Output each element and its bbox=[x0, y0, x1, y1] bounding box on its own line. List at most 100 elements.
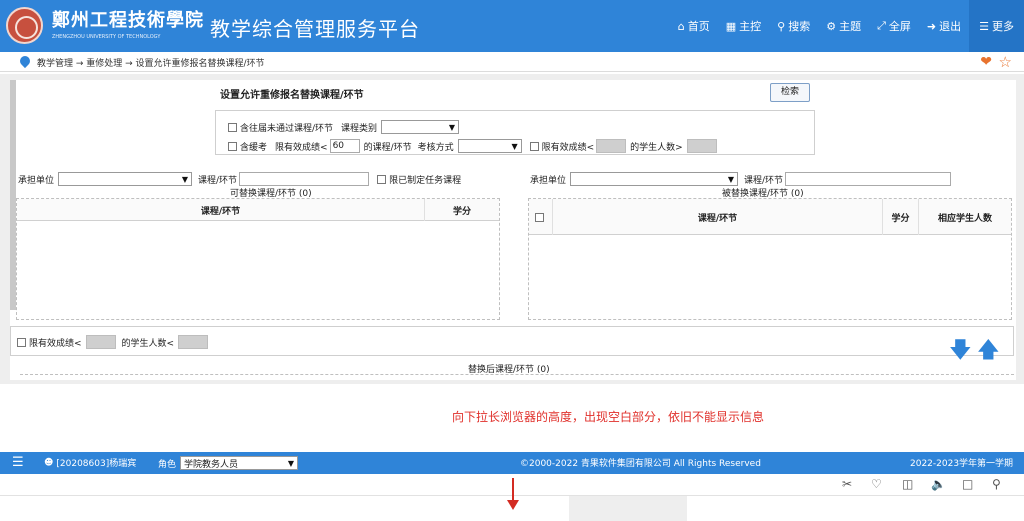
left-dept-label: 承担单位 bbox=[18, 175, 55, 186]
home-icon: ⌂ bbox=[677, 19, 685, 33]
platform-title: 教学综合管理服务平台 bbox=[210, 17, 420, 41]
annotation-note: 向下拉长浏览器的高度，出现空白部分，依旧不能显示信息 bbox=[452, 410, 765, 424]
bottom-limit-score-label: 限有效成绩< bbox=[29, 338, 82, 349]
limit-valid-score-label: 限有效成绩< bbox=[541, 142, 595, 153]
nav-search[interactable]: ⚲ 搜索 bbox=[769, 0, 818, 52]
include-deferred-checkbox[interactable] bbox=[228, 141, 237, 151]
nav-fullscreen[interactable]: ⤢ 全屏 bbox=[869, 0, 919, 52]
right-course-label: 课程/环节 bbox=[744, 175, 784, 186]
move-up-arrow-icon[interactable]: 🡅 bbox=[977, 333, 1000, 371]
dashboard-icon: ▦ bbox=[725, 19, 737, 33]
star-icon[interactable]: ☆ bbox=[999, 53, 1012, 71]
role-area: 角色 学院教务人员 ▼ bbox=[158, 456, 299, 470]
page: 鄭州工程技術學院 ZHENGZHOU UNIVERSITY OF TECHNOL… bbox=[0, 0, 1024, 521]
scissors-icon[interactable]: ✂ bbox=[842, 477, 852, 491]
course-category-select[interactable]: ▼ bbox=[381, 120, 460, 134]
search-button[interactable]: 检索 bbox=[770, 83, 810, 102]
bottom-filter-box: 限有效成绩< 的学生人数< 🡇 🡅 bbox=[10, 326, 1014, 363]
include-prev-failed-label: 含往届未通过课程/环节 bbox=[240, 123, 334, 134]
user-icon: ☻ bbox=[44, 457, 54, 468]
magnifier-icon[interactable]: ⚲ bbox=[992, 477, 1001, 491]
move-down-arrow-icon[interactable]: 🡇 bbox=[949, 333, 972, 371]
left-course-input[interactable] bbox=[239, 172, 370, 186]
top-nav: ⌂ 首页 ▦ 主控 ⚲ 搜索 ⚙ 主题 ⤢ 全屏 ➜ 退出 ☰ 更多 bbox=[670, 0, 1024, 52]
blank-area bbox=[569, 496, 687, 521]
chevron-down-icon: ▼ bbox=[727, 174, 735, 184]
chevron-down-icon: ▼ bbox=[181, 174, 189, 184]
grid-header: 课程/环节 学分 bbox=[17, 199, 499, 221]
heart-outline-icon[interactable]: ♡ bbox=[871, 477, 882, 491]
status-footer: ☰ ☻ [20208603]杨瑞宾 角色 学院教务人员 ▼ ©2000-2022… bbox=[0, 452, 1024, 474]
col-student-count[interactable]: 相应学生人数 bbox=[919, 199, 1011, 235]
theme-icon: ⚙ bbox=[826, 19, 837, 33]
breadcrumb-text: 教学管理 → 重修处理 → 设置允许重修报名替换课程/环节 bbox=[37, 59, 265, 69]
right-dept-select[interactable]: ▼ bbox=[570, 172, 739, 186]
student-count-input[interactable] bbox=[686, 139, 717, 153]
after-replacement-grid bbox=[20, 374, 1014, 380]
chevron-down-icon: ▼ bbox=[287, 458, 295, 468]
replaced-courses-grid: 课程/环节 学分 相应学生人数 bbox=[528, 198, 1012, 320]
bottom-student-count-input[interactable] bbox=[178, 335, 209, 349]
nav-more[interactable]: ☰ 更多 bbox=[969, 0, 1024, 52]
window-icon[interactable]: □ bbox=[962, 477, 973, 491]
bottom-student-count-label: 的学生人数< bbox=[121, 338, 175, 349]
school-name: 鄭州工程技術學院 bbox=[52, 10, 204, 31]
filter-box: 含往届未通过课程/环节 课程类别 ▼ 含缓考 限有效成绩< 60 的课程/环节 … bbox=[215, 110, 815, 155]
work-area: 设置允许重修报名替换课程/环节 检索 含往届未通过课程/环节 课程类别 ▼ 含缓… bbox=[0, 74, 1024, 384]
nav-home[interactable]: ⌂ 首页 bbox=[670, 0, 718, 52]
school-seal-logo bbox=[6, 7, 43, 44]
menu-icon: ☰ bbox=[979, 19, 989, 33]
course-category-label: 课程类别 bbox=[341, 123, 378, 134]
col-course[interactable]: 课程/环节 bbox=[553, 199, 883, 235]
col-credit[interactable]: 学分 bbox=[883, 199, 919, 235]
left-dept-select[interactable]: ▼ bbox=[58, 172, 193, 186]
annotation-arrow-head bbox=[507, 500, 519, 510]
top-header: 鄭州工程技術學院 ZHENGZHOU UNIVERSITY OF TECHNOL… bbox=[0, 0, 1024, 52]
heart-icon[interactable]: ❤ bbox=[980, 54, 992, 70]
logout-icon: ➜ bbox=[926, 19, 937, 33]
grid-header: 课程/环节 学分 相应学生人数 bbox=[529, 199, 1011, 235]
term-label: 2022-2023学年第一学期 bbox=[910, 459, 1014, 469]
right-course-input[interactable] bbox=[785, 172, 952, 186]
fullscreen-icon: ⤢ bbox=[877, 19, 886, 32]
col-credit[interactable]: 学分 bbox=[425, 199, 499, 221]
bottom-score-input[interactable] bbox=[85, 335, 116, 349]
trash-icon[interactable]: ◫ bbox=[902, 477, 913, 491]
limit-task-checkbox[interactable] bbox=[377, 174, 387, 184]
select-all-cell bbox=[529, 199, 553, 235]
course-suffix-label: 的课程/环节 bbox=[363, 142, 412, 153]
form-title: 设置允许重修报名替换课程/环节 bbox=[220, 90, 364, 101]
select-all-checkbox[interactable] bbox=[534, 212, 544, 222]
copyright: ©2000-2022 青果软件集团有限公司 All Rights Reserve… bbox=[520, 459, 761, 469]
nav-logout[interactable]: ➜ 退出 bbox=[919, 0, 969, 52]
location-pin-icon bbox=[17, 53, 33, 69]
include-deferred-label: 含缓考 bbox=[240, 142, 268, 153]
right-dept-label: 承担单位 bbox=[530, 175, 567, 186]
chevron-down-icon: ▼ bbox=[511, 141, 518, 151]
limit-valid-score-checkbox[interactable] bbox=[529, 141, 539, 151]
col-course[interactable]: 课程/环节 bbox=[17, 199, 425, 221]
form-container: 设置允许重修报名替换课程/环节 检索 含往届未通过课程/环节 课程类别 ▼ 含缓… bbox=[10, 80, 1016, 380]
chevron-down-icon: ▼ bbox=[448, 122, 456, 132]
role-label: 角色 bbox=[158, 459, 177, 470]
limit-score-label: 限有效成绩< bbox=[275, 142, 328, 153]
bottom-limit-score-checkbox[interactable] bbox=[17, 337, 26, 347]
exam-mode-label: 考核方式 bbox=[417, 142, 454, 153]
left-course-label: 课程/环节 bbox=[198, 175, 238, 186]
exam-mode-select[interactable]: ▼ bbox=[457, 139, 522, 153]
nav-theme[interactable]: ⚙ 主题 bbox=[818, 0, 869, 52]
search-icon: ⚲ bbox=[777, 19, 786, 33]
limit-task-label: 限已制定任务课程 bbox=[389, 175, 462, 186]
user-info: ☻ [20208603]杨瑞宾 bbox=[44, 457, 137, 470]
include-prev-failed-checkbox[interactable] bbox=[228, 122, 237, 132]
valid-score-input[interactable] bbox=[596, 139, 627, 153]
school-name-en: ZHENGZHOU UNIVERSITY OF TECHNOLOGY bbox=[52, 34, 161, 40]
speaker-icon[interactable]: 🔈 bbox=[931, 477, 946, 491]
list-menu-icon[interactable]: ☰ bbox=[12, 455, 24, 470]
replaceable-courses-grid: 课程/环节 学分 bbox=[16, 198, 500, 320]
role-select[interactable]: 学院教务人员 ▼ bbox=[180, 456, 299, 470]
limit-score-input[interactable]: 60 bbox=[329, 139, 360, 153]
breadcrumb: 教学管理 → 重修处理 → 设置允许重修报名替换课程/环节 ❤ ☆ bbox=[0, 52, 1024, 72]
nav-dashboard[interactable]: ▦ 主控 bbox=[718, 0, 769, 52]
student-count-label: 的学生人数> bbox=[630, 142, 683, 153]
